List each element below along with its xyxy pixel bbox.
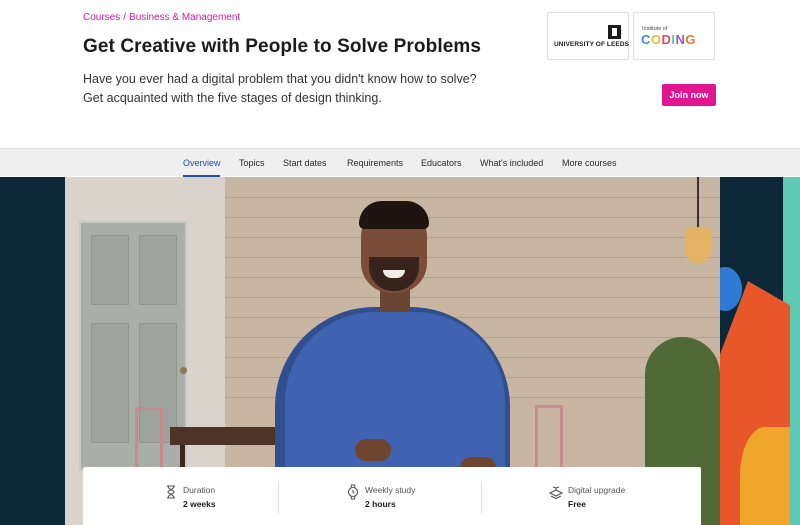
door-knob	[180, 367, 187, 374]
weekly-study-value: 2 hours	[365, 499, 396, 509]
tab-topics[interactable]: Topics	[239, 158, 265, 168]
weekly-study-label: Weekly study	[365, 485, 416, 495]
breadcrumb-separator: /	[123, 12, 127, 23]
lamp-cord	[697, 177, 699, 229]
info-divider	[278, 481, 279, 513]
hourglass-icon	[167, 485, 175, 499]
university-of-leeds-logo[interactable]: UNIVERSITY OF LEEDS	[547, 12, 629, 60]
leeds-crest-icon	[608, 25, 621, 39]
info-divider	[481, 481, 482, 513]
certificate-icon	[548, 486, 564, 500]
course-description: Have you ever had a digital problem that…	[83, 70, 513, 108]
breadcrumb-category-link[interactable]: Business & Management	[129, 12, 240, 23]
institute-of-coding-logo[interactable]: Institute of CODING	[633, 12, 715, 60]
digital-upgrade-value: Free	[568, 499, 586, 509]
course-description-line-2: Get acquainted with the five stages of d…	[83, 91, 382, 105]
course-description-line-1: Have you ever had a digital problem that…	[83, 72, 477, 86]
presenter-left-hand	[355, 439, 391, 461]
duration-label: Duration	[183, 485, 216, 495]
watch-icon	[347, 484, 359, 500]
tab-overview[interactable]: Overview	[183, 158, 221, 168]
leeds-logo-text: UNIVERSITY OF LEEDS	[554, 41, 630, 48]
digital-upgrade-label: Digital upgrade	[568, 485, 626, 495]
course-section-nav: Overview Topics Start dates Requirements…	[0, 148, 800, 177]
decorative-yellow-shape	[740, 427, 790, 525]
tab-educators[interactable]: Educators	[421, 158, 462, 168]
join-now-button[interactable]: Join now	[662, 84, 716, 106]
tab-whats-included[interactable]: What's included	[480, 158, 543, 168]
course-info-card: Duration 2 weeks Weekly study 2 hours Di…	[83, 467, 701, 525]
ioc-logo-wordmark: CODING	[641, 32, 697, 47]
video-table	[170, 427, 290, 445]
pendant-lamp	[685, 227, 711, 263]
tab-requirements[interactable]: Requirements	[347, 158, 403, 168]
tab-more-courses[interactable]: More courses	[562, 158, 617, 168]
presenter-hair	[359, 201, 429, 229]
tab-start-dates[interactable]: Start dates	[283, 158, 327, 168]
breadcrumb: Courses / Business & Management	[83, 12, 240, 23]
page-title: Get Creative with People to Solve Proble…	[83, 36, 482, 57]
breadcrumb-courses-link[interactable]: Courses	[83, 12, 120, 23]
duration-value: 2 weeks	[183, 499, 216, 509]
